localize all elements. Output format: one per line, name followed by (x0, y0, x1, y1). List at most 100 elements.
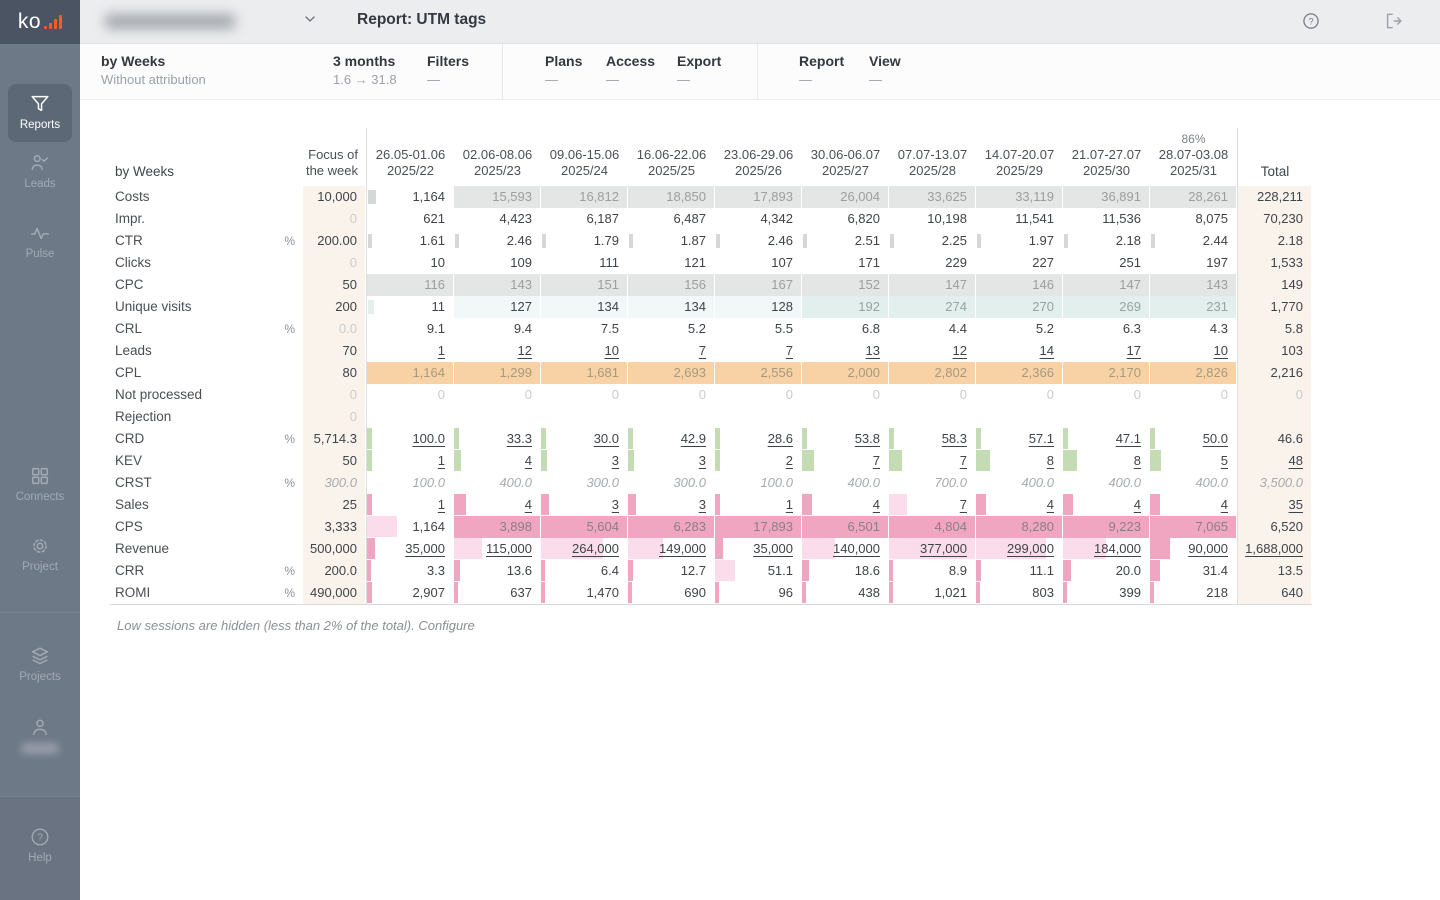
data-cell: 1 (367, 494, 454, 516)
data-cell: 13 (802, 340, 889, 362)
data-cell: 7 (889, 450, 976, 472)
cell-bar (802, 582, 806, 603)
cell-bar (1150, 538, 1170, 559)
toolbar-filters[interactable]: Filters — (427, 44, 502, 99)
data-cell: 107 (715, 252, 802, 274)
data-cell: 143 (454, 274, 541, 296)
total-cell: 228,211 (1238, 186, 1312, 208)
metric-label: Unique visits (110, 296, 303, 318)
data-cell: 1,681 (541, 362, 628, 384)
metric-unit: % (284, 472, 295, 494)
configure-link[interactable]: Configure (418, 618, 474, 633)
data-cell: 116 (367, 274, 454, 296)
metric-unit: % (284, 318, 295, 340)
data-cell (976, 406, 1063, 428)
data-cell: 2,826 (1150, 362, 1237, 384)
toolbar-access[interactable]: Access — (606, 44, 677, 99)
data-cell: 4 (454, 450, 541, 472)
data-cell: 2,907 (367, 582, 454, 604)
data-cell: 128 (715, 296, 802, 318)
data-cell: 1 (367, 340, 454, 362)
data-cell: 33.3 (454, 428, 541, 450)
cell-bar (889, 582, 893, 603)
toolbar-report[interactable]: Report — (799, 44, 869, 99)
focus-cell: 500,000 (303, 538, 366, 560)
project-selector-blurred[interactable] (105, 14, 235, 29)
app-logo[interactable]: ko (0, 0, 80, 44)
data-cell: 0 (1150, 384, 1237, 406)
toolbar-plans[interactable]: Plans — (545, 44, 606, 99)
total-cell: 0 (1238, 384, 1312, 406)
sidebar-item-reports[interactable]: Reports (8, 84, 72, 142)
data-cell: 0 (976, 384, 1063, 406)
sidebar-item-connects[interactable]: Connects (0, 465, 80, 503)
metric-unit: % (284, 560, 295, 582)
data-cell: 300.0 (541, 472, 628, 494)
data-cell: 1 (715, 494, 802, 516)
total-cell: 2,216 (1238, 362, 1312, 384)
data-cell: 251 (1063, 252, 1150, 274)
data-cell: 6.3 (1063, 318, 1150, 340)
data-cell: 151 (541, 274, 628, 296)
week-column-header: 09.06-15.062025/24 (541, 122, 628, 186)
data-cell: 16,812 (541, 186, 628, 208)
cell-bar (454, 560, 460, 581)
focus-cell: 0 (303, 384, 366, 406)
sidebar-item-user[interactable] (0, 716, 80, 754)
sidebar-item-label: Pulse (0, 248, 80, 260)
cell-bar (803, 234, 807, 248)
data-cell: 8.9 (889, 560, 976, 582)
metric-label: Impr. (110, 208, 303, 230)
table-row-crr: CRR%200.03.313.66.412.751.118.68.911.120… (110, 560, 1312, 582)
data-cell: 2 (715, 450, 802, 472)
data-cell: 167 (715, 274, 802, 296)
cell-bar (367, 428, 372, 449)
table-row-romi: ROMI%490,0002,9076371,470690964381,02180… (110, 582, 1312, 604)
data-cell: 4,342 (715, 208, 802, 230)
table-footnote: Low sessions are hidden (less than 2% of… (117, 618, 475, 633)
toolbar-export[interactable]: Export — (677, 44, 757, 99)
cell-bar (454, 494, 466, 515)
cell-bar (976, 582, 980, 603)
metric-label: ROMI% (110, 582, 303, 604)
data-cell: 6,501 (802, 516, 889, 538)
toolbar-period[interactable]: 3 months 1.6 → 31.8 (333, 44, 427, 99)
data-cell: 0 (889, 384, 976, 406)
sidebar-item-leads[interactable]: Leads (0, 152, 80, 190)
toolbar-view[interactable]: View — (869, 44, 929, 99)
data-cell: 134 (541, 296, 628, 318)
data-cell: 6,283 (628, 516, 715, 538)
data-cell: 2.44 (1150, 230, 1237, 252)
data-cell: 399 (1063, 582, 1150, 604)
data-cell: 12 (889, 340, 976, 362)
data-cell: 36,891 (1063, 186, 1150, 208)
sidebar-item-pulse[interactable]: Pulse (0, 222, 80, 260)
sidebar-item-projects[interactable]: Projects (0, 645, 80, 683)
data-cell: 127 (454, 296, 541, 318)
data-cell: 28.6 (715, 428, 802, 450)
data-cell: 111 (541, 252, 628, 274)
data-cell: 184,000 (1063, 538, 1150, 560)
data-cell: 28,261 (1150, 186, 1237, 208)
data-cell: 100.0 (367, 428, 454, 450)
data-cell: 4 (802, 494, 889, 516)
cell-bar (802, 428, 807, 449)
logout-icon[interactable] (1383, 11, 1403, 31)
cell-bar (541, 494, 549, 515)
cell-bar (977, 234, 981, 248)
sidebar-item-help[interactable]: ? Help (0, 826, 80, 864)
help-icon[interactable]: ? (1301, 11, 1321, 31)
chevron-down-icon[interactable] (302, 11, 318, 27)
sidebar-item-project[interactable]: Project (0, 535, 80, 573)
cell-bar (1064, 234, 1068, 248)
focus-cell: 200.0 (303, 560, 366, 582)
data-cell: 35,000 (367, 538, 454, 560)
table-row-crd: CRD%5,714.3100.033.330.042.928.653.858.3… (110, 428, 1312, 450)
sidebar-item-label: Connects (0, 491, 80, 503)
data-cell: 12.7 (628, 560, 715, 582)
data-cell: 1.97 (976, 230, 1063, 252)
focus-cell: 50 (303, 274, 366, 296)
toolbar-grouping[interactable]: by Weeks Without attribution (101, 44, 333, 99)
metric-label: CRL% (110, 318, 303, 340)
focus-cell: 0 (303, 406, 366, 428)
